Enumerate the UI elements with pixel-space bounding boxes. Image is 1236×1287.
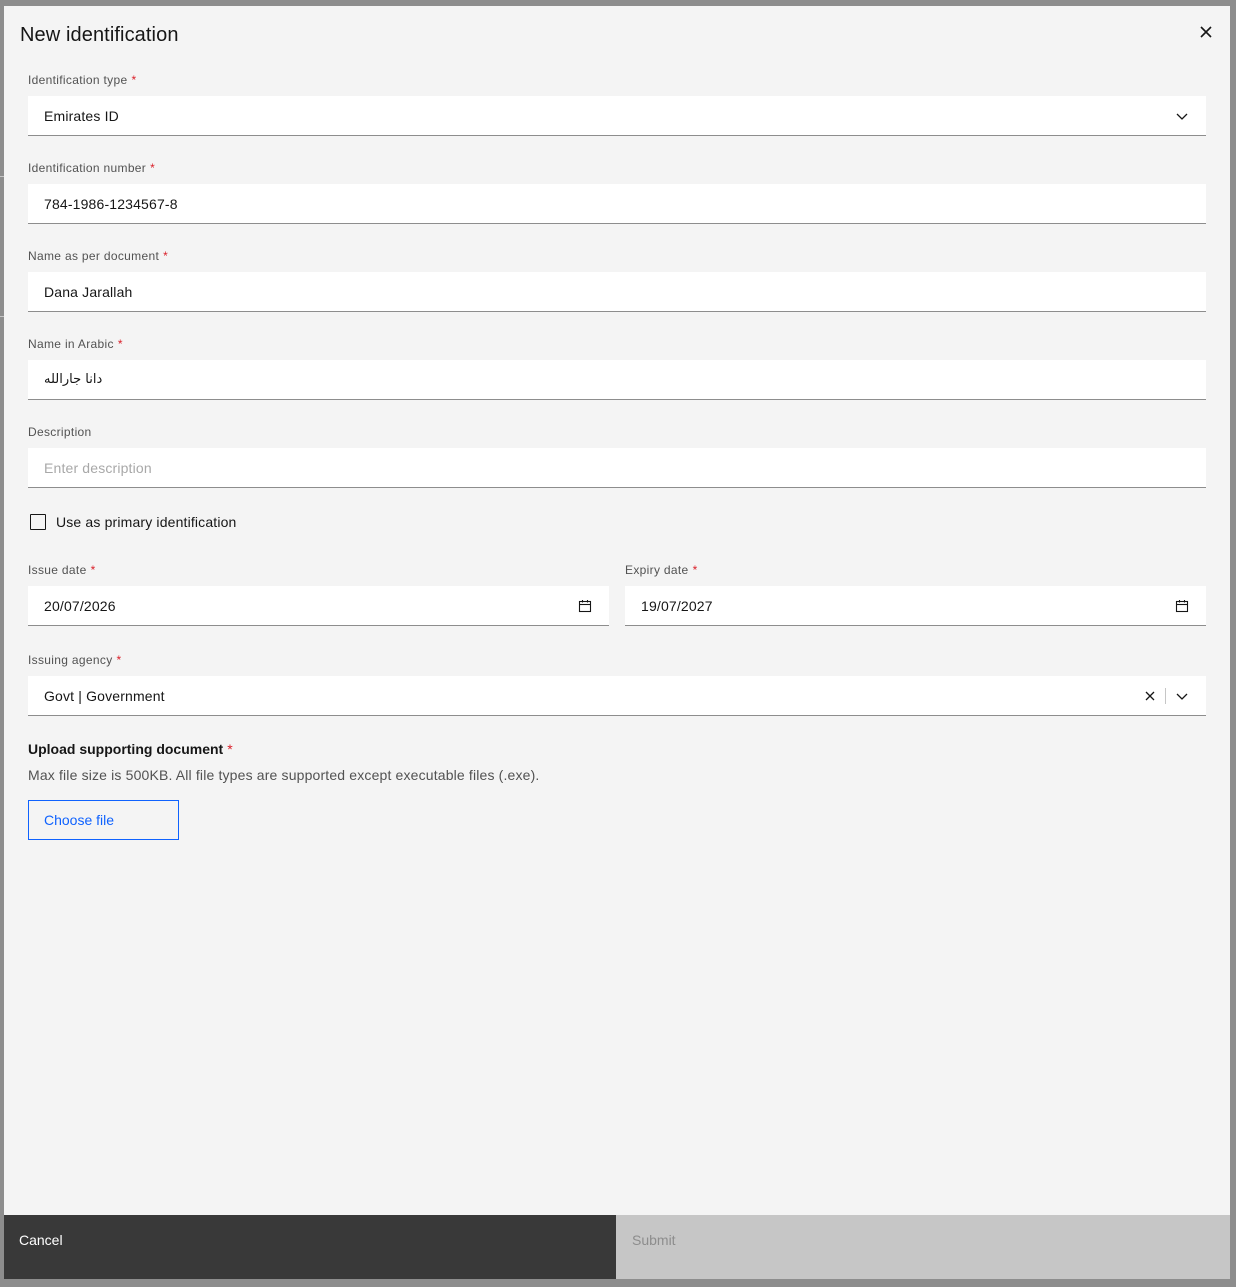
identification-number-field: Identification number * 784-1986-1234567-… [28, 160, 1206, 224]
primary-identification-checkbox-row[interactable]: Use as primary identification [30, 514, 237, 530]
required-indicator: * [227, 741, 233, 757]
calendar-icon[interactable] [577, 598, 593, 614]
required-indicator: * [163, 249, 169, 263]
submit-button[interactable]: Submit [616, 1215, 1230, 1279]
chevron-down-icon[interactable] [1174, 688, 1190, 704]
identification-type-select[interactable]: Emirates ID [28, 96, 1206, 136]
description-field: Description Enter description [28, 424, 1206, 488]
required-indicator: * [90, 563, 96, 577]
issue-date-label: Issue date * [28, 563, 96, 577]
description-placeholder: Enter description [44, 459, 152, 476]
name-in-arabic-label: Name in Arabic * [28, 337, 123, 351]
expiry-date-label: Expiry date * [625, 563, 698, 577]
identification-number-label: Identification number * [28, 161, 156, 175]
issuing-agency-label: Issuing agency * [28, 653, 122, 667]
identification-type-label: Identification type * [28, 73, 137, 87]
new-identification-modal: New identification Identification type * … [4, 6, 1230, 1279]
identification-type-value: Emirates ID [44, 107, 119, 124]
name-in-arabic-value: دانا جارالله [44, 372, 103, 387]
issue-date-value: 20/07/2026 [44, 597, 116, 614]
modal-title: New identification [20, 24, 179, 46]
identification-type-field: Identification type * Emirates ID [28, 72, 1206, 136]
issuing-agency-value: Govt | Government [44, 687, 165, 704]
calendar-icon[interactable] [1174, 598, 1190, 614]
name-in-arabic-input[interactable]: دانا جارالله [28, 360, 1206, 400]
choose-file-button[interactable]: Choose file [28, 800, 179, 840]
close-button[interactable] [1194, 20, 1218, 44]
expiry-date-value: 19/07/2027 [641, 597, 713, 614]
primary-identification-label: Use as primary identification [56, 514, 237, 530]
name-as-per-document-field: Name as per document * Dana Jarallah [28, 248, 1206, 312]
issuing-agency-field: Issuing agency * Govt | Government [28, 652, 1206, 716]
required-indicator: * [131, 73, 137, 87]
required-indicator: * [692, 563, 698, 577]
name-as-per-document-input[interactable]: Dana Jarallah [28, 272, 1206, 312]
required-indicator: * [116, 653, 122, 667]
modal-footer: Cancel Submit [4, 1215, 1230, 1279]
issuing-agency-combobox[interactable]: Govt | Government [28, 676, 1206, 716]
primary-identification-checkbox[interactable] [30, 514, 46, 530]
required-indicator: * [117, 337, 123, 351]
identification-number-value: 784-1986-1234567-8 [44, 195, 178, 212]
issue-date-input[interactable]: 20/07/2026 [28, 586, 609, 626]
combobox-divider [1165, 688, 1166, 704]
description-label: Description [28, 425, 92, 439]
name-as-per-document-value: Dana Jarallah [44, 283, 133, 300]
chevron-down-icon [1176, 113, 1188, 120]
expiry-date-input[interactable]: 19/07/2027 [625, 586, 1206, 626]
identification-number-input[interactable]: 784-1986-1234567-8 [28, 184, 1206, 224]
upload-title: Upload supporting document * [28, 741, 233, 757]
close-icon [1200, 26, 1212, 38]
expiry-date-field: Expiry date * 19/07/2027 [625, 562, 1206, 626]
upload-help-text: Max file size is 500KB. All file types a… [28, 767, 540, 783]
name-as-per-document-label: Name as per document * [28, 249, 169, 263]
description-input[interactable]: Enter description [28, 448, 1206, 488]
clear-icon[interactable] [1142, 688, 1158, 704]
required-indicator: * [150, 161, 156, 175]
cancel-button[interactable]: Cancel [4, 1215, 616, 1279]
issue-date-field: Issue date * 20/07/2026 [28, 562, 609, 626]
name-in-arabic-field: Name in Arabic * دانا جارالله [28, 336, 1206, 400]
